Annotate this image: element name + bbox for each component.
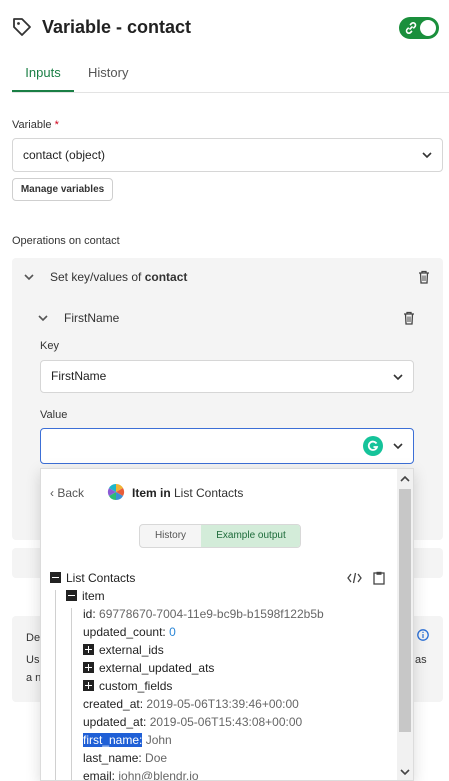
collapse-box-icon xyxy=(50,572,61,583)
chevron-down-icon[interactable] xyxy=(393,442,403,450)
toggle-knob xyxy=(420,20,436,36)
tree-key: last_name: xyxy=(83,751,142,765)
clipboard-icon[interactable] xyxy=(373,571,385,585)
chevron-down-icon xyxy=(393,373,403,380)
back-label: Back xyxy=(57,486,85,500)
seg-example-output[interactable]: Example output xyxy=(201,525,300,547)
tree-row-updated-at[interactable]: updated_at: 2019-05-06T15:43:08+00:00 xyxy=(83,715,302,729)
tree-item-node[interactable]: item xyxy=(66,589,105,603)
tree-value: john@blendr.io xyxy=(118,769,199,781)
tree-guide-item xyxy=(71,608,72,780)
field-name: FirstName xyxy=(64,311,120,325)
tree-root-node[interactable]: List Contacts xyxy=(50,571,135,585)
link-icon xyxy=(405,22,417,34)
value-input[interactable] xyxy=(40,428,414,464)
set-keyvalues-label: Set key/values of xyxy=(50,270,145,284)
key-select-value: FirstName xyxy=(51,369,107,383)
tree-value: Doe xyxy=(145,751,168,765)
tree-row-first-name[interactable]: first_name: John xyxy=(83,733,172,747)
expand-box-icon xyxy=(83,680,94,691)
tree-row-email[interactable]: email: john@blendr.io xyxy=(83,769,199,781)
manage-variables-button[interactable]: Manage variables xyxy=(12,178,113,201)
set-keyvalues-target: contact xyxy=(144,270,188,284)
blendr-logo-icon xyxy=(107,483,125,501)
tree-key-selected: first_name: xyxy=(83,733,143,747)
tree-row-id[interactable]: id: 69778670-7004-11e9-bc9b-b1598f122b5b xyxy=(83,607,324,621)
description-line-2-start: a n xyxy=(26,672,42,684)
variable-select-value: contact (object) xyxy=(23,148,106,162)
tree-row-external-ids[interactable]: external_ids xyxy=(83,643,164,657)
tree-key: created_at: xyxy=(83,697,144,711)
operations-heading: Operations on contact xyxy=(12,235,120,247)
set-keyvalues-row: Set key/values of contact xyxy=(50,270,187,284)
variable-label: Variable * xyxy=(12,119,59,131)
tree-row-created-at[interactable]: created_at: 2019-05-06T13:39:46+00:00 xyxy=(83,697,299,711)
key-label: Key xyxy=(40,340,59,352)
picker-title-bold: Item in xyxy=(132,486,171,500)
picker-title: Item in List Contacts xyxy=(132,486,243,500)
delete-operation-icon[interactable] xyxy=(418,270,430,284)
variable-select[interactable]: contact (object) xyxy=(12,138,443,172)
tree-key: external_updated_ats xyxy=(99,661,215,675)
tree-row-external-updated-ats[interactable]: external_updated_ats xyxy=(83,661,214,675)
expand-box-icon xyxy=(83,662,94,673)
key-select[interactable]: FirstName xyxy=(40,360,414,393)
tree-root-label: List Contacts xyxy=(66,571,136,585)
collapse-chevron-icon[interactable] xyxy=(24,273,34,281)
back-button[interactable]: ‹ Back xyxy=(50,486,84,500)
tab-divider xyxy=(12,92,449,93)
description-line-1-end: as xyxy=(415,654,427,666)
tree-row-last-name[interactable]: last_name: Doe xyxy=(83,751,167,765)
tree-row-updated-count[interactable]: updated_count: 0 xyxy=(83,625,176,639)
scroll-up-icon[interactable] xyxy=(400,475,410,483)
tree-key: external_ids xyxy=(99,643,164,657)
tag-icon xyxy=(13,18,31,36)
delete-field-icon[interactable] xyxy=(403,311,415,325)
value-label: Value xyxy=(40,409,68,421)
enable-toggle[interactable] xyxy=(399,17,439,39)
tree-value: 0 xyxy=(169,625,176,639)
info-icon[interactable] xyxy=(417,629,429,641)
tree-key: email: xyxy=(83,769,116,781)
tree-guide-root xyxy=(55,590,56,780)
tree-row-custom-fields[interactable]: custom_fields xyxy=(83,679,172,693)
tree-key: id: xyxy=(83,607,96,621)
seg-history[interactable]: History xyxy=(140,525,201,547)
tree-value: 2019-05-06T13:39:46+00:00 xyxy=(146,697,299,711)
tree-item-label: item xyxy=(82,589,105,603)
picker-mode-switch: History Example output xyxy=(139,524,301,548)
variable-picker-dropdown: ‹ Back Item in List Contacts History Exa… xyxy=(40,468,414,781)
tab-inputs[interactable]: Inputs xyxy=(12,62,74,92)
grammarly-icon[interactable] xyxy=(363,436,383,456)
tree-key: updated_at: xyxy=(83,715,147,729)
required-mark: * xyxy=(54,119,59,131)
tree-value: John xyxy=(145,733,172,747)
tree-value: 2019-05-06T15:43:08+00:00 xyxy=(149,715,303,729)
chevron-down-icon xyxy=(422,152,432,159)
tab-history[interactable]: History xyxy=(88,62,138,92)
chevron-left-icon: ‹ xyxy=(50,486,54,500)
variable-label-text: Variable xyxy=(12,119,52,131)
page-title: Variable - contact xyxy=(42,17,192,37)
collapse-field-chevron-icon[interactable] xyxy=(38,314,48,322)
expand-box-icon xyxy=(83,644,94,655)
code-view-icon[interactable] xyxy=(347,572,362,584)
scrollbar[interactable] xyxy=(397,469,413,780)
collapse-box-icon xyxy=(66,590,77,601)
scroll-down-icon[interactable] xyxy=(400,768,410,776)
header: Variable - contact xyxy=(0,0,449,56)
tree-key: updated_count: xyxy=(83,625,166,639)
tree-key: custom_fields xyxy=(99,679,173,693)
scrollbar-thumb[interactable] xyxy=(399,489,411,732)
tree-value: 69778670-7004-11e9-bc9b-b1598f122b5b xyxy=(99,607,324,621)
picker-title-rest: List Contacts xyxy=(170,486,244,500)
